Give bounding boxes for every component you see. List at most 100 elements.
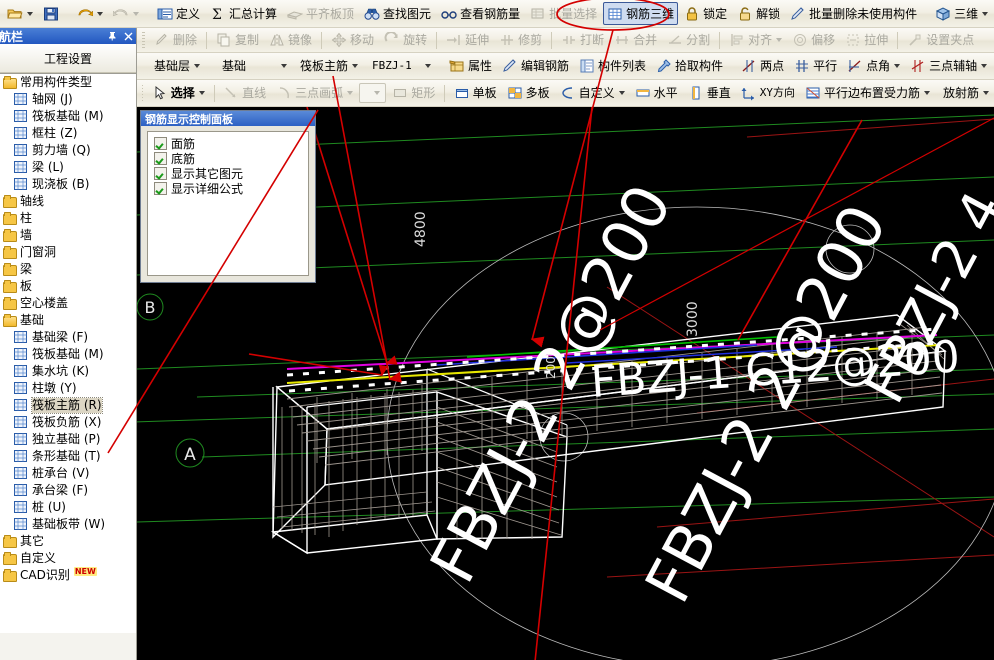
checkbox-show-detail-formula[interactable]: 显示详细公式 <box>154 181 308 196</box>
tree-item-29[interactable]: CAD识别 NEW <box>0 567 136 584</box>
rotate-button[interactable]: 旋转 <box>380 29 431 52</box>
parallel-axis-button[interactable]: 平行 <box>790 55 841 78</box>
sidebar-item-project-settings[interactable]: 工程设置 <box>0 44 136 73</box>
flatten-slab-top-button[interactable]: 平齐板顶 <box>283 2 358 25</box>
define-button[interactable]: 定义 <box>153 2 204 25</box>
extend-button[interactable]: 延伸 <box>442 29 493 52</box>
tree-item-12[interactable]: 板 <box>0 278 136 295</box>
checkbox-top-rebar[interactable]: 面筋 <box>154 136 308 151</box>
tree-item-8[interactable]: 柱 <box>0 210 136 227</box>
unlock-button[interactable]: 解锁 <box>733 2 784 25</box>
three-point-arc-tool[interactable]: 三点画弧 <box>272 82 357 105</box>
undo-button[interactable] <box>73 2 107 25</box>
stretch-button[interactable]: 拉伸 <box>841 29 892 52</box>
tree-item-13[interactable]: 空心楼盖 <box>0 295 136 312</box>
tree-item-18[interactable]: 柱墩 (Y) <box>0 380 136 397</box>
tree-item-19[interactable]: 筏板主筋 (R) <box>0 397 136 414</box>
tree-item-24[interactable]: 承台梁 (F) <box>0 482 136 499</box>
rebar-3d-button[interactable]: 钢筋三维 <box>603 2 679 25</box>
tree-item-16[interactable]: 筏板基础 (M) <box>0 346 136 363</box>
find-element-button[interactable]: 查找图元 <box>360 2 435 25</box>
component-name-selector[interactable]: FBZJ-1 <box>365 55 435 78</box>
tree-item-9[interactable]: 墙 <box>0 227 136 244</box>
component-type-selector[interactable]: 筏板主筋 <box>293 55 363 78</box>
tree-item-3[interactable]: 框柱 (Z) <box>0 125 136 142</box>
tree-item-1[interactable]: 轴网 (J) <box>0 91 136 108</box>
tree-item-label: 基础板带 (W) <box>32 517 106 531</box>
single-slab-tool[interactable]: 单板 <box>450 82 501 105</box>
parallel-edge-rebar-tool[interactable]: 平行边布置受力筋 <box>801 82 934 105</box>
multi-slab-tool[interactable]: 多板 <box>503 82 554 105</box>
pin-icon[interactable] <box>107 31 117 42</box>
tree-item-10[interactable]: 门窗洞 <box>0 244 136 261</box>
custom-tool[interactable]: 自定义 <box>556 82 629 105</box>
merge-icon <box>614 32 630 48</box>
tree-item-14[interactable]: 基础 <box>0 312 136 329</box>
tree-item-25[interactable]: 桩 (U) <box>0 499 136 516</box>
view-rebar-quantity-button[interactable]: 查看钢筋量 <box>437 2 524 25</box>
batch-select-button[interactable]: 批量选择 <box>526 2 601 25</box>
tree-item-26[interactable]: 基础板带 (W) <box>0 516 136 533</box>
tree-item-4[interactable]: 剪力墙 (Q) <box>0 142 136 159</box>
checkbox-show-other-elements[interactable]: 显示其它图元 <box>154 166 308 181</box>
toolbar-gripper[interactable] <box>142 84 143 102</box>
category-selector[interactable]: 基础 <box>215 55 291 78</box>
rectangle-tool[interactable]: 矩形 <box>388 82 439 105</box>
tree-item-2[interactable]: 筏板基础 (M) <box>0 108 136 125</box>
tree-item-5[interactable]: 梁 (L) <box>0 159 136 176</box>
tree-item-21[interactable]: 独立基础 (P) <box>0 431 136 448</box>
align-button[interactable]: 对齐 <box>725 29 786 52</box>
rebar-display-control-panel[interactable]: 钢筋显示控制面板 面筋 底筋 显示其它图元 显示详细公式 <box>140 110 316 283</box>
tree-item-22[interactable]: 条形基础 (T) <box>0 448 136 465</box>
radial-rebar-tool[interactable]: 放射筋 <box>936 82 993 105</box>
properties-button[interactable]: 属性 <box>445 55 496 78</box>
close-icon[interactable] <box>123 31 133 42</box>
copy-button[interactable]: 复制 <box>212 29 263 52</box>
tree-item-0[interactable]: 常用构件类型 <box>0 74 136 91</box>
delete-button[interactable]: 删除 <box>150 29 201 52</box>
select-tool[interactable]: 选择 <box>148 82 209 105</box>
merge-button[interactable]: 合并 <box>610 29 661 52</box>
tree-item-15[interactable]: 基础梁 (F) <box>0 329 136 346</box>
mirror-button[interactable]: 镜像 <box>265 29 316 52</box>
break-button[interactable]: 打断 <box>557 29 608 52</box>
view-3d-button[interactable]: 三维 <box>931 2 992 25</box>
tree-item-7[interactable]: 轴线 <box>0 193 136 210</box>
redo-button[interactable] <box>109 2 143 25</box>
tree-item-27[interactable]: 其它 <box>0 533 136 550</box>
batch-delete-unused-components-button[interactable]: 批量删除未使用构件 <box>786 2 921 25</box>
tree-item-6[interactable]: 现浇板 (B) <box>0 176 136 193</box>
toolbar-gripper[interactable] <box>142 31 145 49</box>
component-tree[interactable]: 常用构件类型 轴网 (J) 筏板基础 (M) 框柱 (Z) 剪力墙 (Q) 梁 (L) 现浇… <box>0 73 136 633</box>
move-button[interactable]: 移动 <box>327 29 378 52</box>
checkbox-bottom-rebar[interactable]: 底筋 <box>154 151 308 166</box>
open-file-button[interactable] <box>3 2 37 25</box>
split-button[interactable]: 分割 <box>663 29 714 52</box>
line-tool[interactable]: 直线 <box>219 82 270 105</box>
folder-icon <box>2 280 17 293</box>
summary-calc-button[interactable]: Σ 汇总计算 <box>206 2 281 25</box>
xy-direction-tool[interactable]: XY方向 <box>737 82 799 105</box>
tree-item-11[interactable]: 梁 <box>0 261 136 278</box>
main-toolbar: 定义 Σ 汇总计算 平齐板顶 查找图元 查看钢筋量 批量选择 钢筋三维 锁定 解… <box>0 0 994 28</box>
component-name-value: FBZJ-1 <box>372 59 412 72</box>
trim-button[interactable]: 修剪 <box>495 29 546 52</box>
set-grip-point-button[interactable]: 设置夹点 <box>903 29 978 52</box>
tree-item-17[interactable]: 集水坑 (K) <box>0 363 136 380</box>
offset-button[interactable]: 偏移 <box>788 29 839 52</box>
three-point-aux-axis-button[interactable]: 三点辅轴 <box>906 55 991 78</box>
point-angle-axis-button[interactable]: 点角 <box>843 55 904 78</box>
tree-item-20[interactable]: 筏板负筋 (X) <box>0 414 136 431</box>
tree-item-28[interactable]: 自定义 <box>0 550 136 567</box>
save-button[interactable] <box>39 2 63 25</box>
horizontal-tool[interactable]: 水平 <box>631 82 682 105</box>
two-point-axis-button[interactable]: 两点 <box>737 55 788 78</box>
blank-combo[interactable] <box>359 83 387 103</box>
floor-selector[interactable]: 基础层 <box>147 55 213 78</box>
tree-item-23[interactable]: 桩承台 (V) <box>0 465 136 482</box>
edit-rebar-button[interactable]: 编辑钢筋 <box>498 55 573 78</box>
pick-component-button[interactable]: 拾取构件 <box>652 55 727 78</box>
vertical-tool[interactable]: 垂直 <box>684 82 735 105</box>
lock-button[interactable]: 锁定 <box>680 2 731 25</box>
component-list-button[interactable]: 构件列表 <box>575 55 650 78</box>
